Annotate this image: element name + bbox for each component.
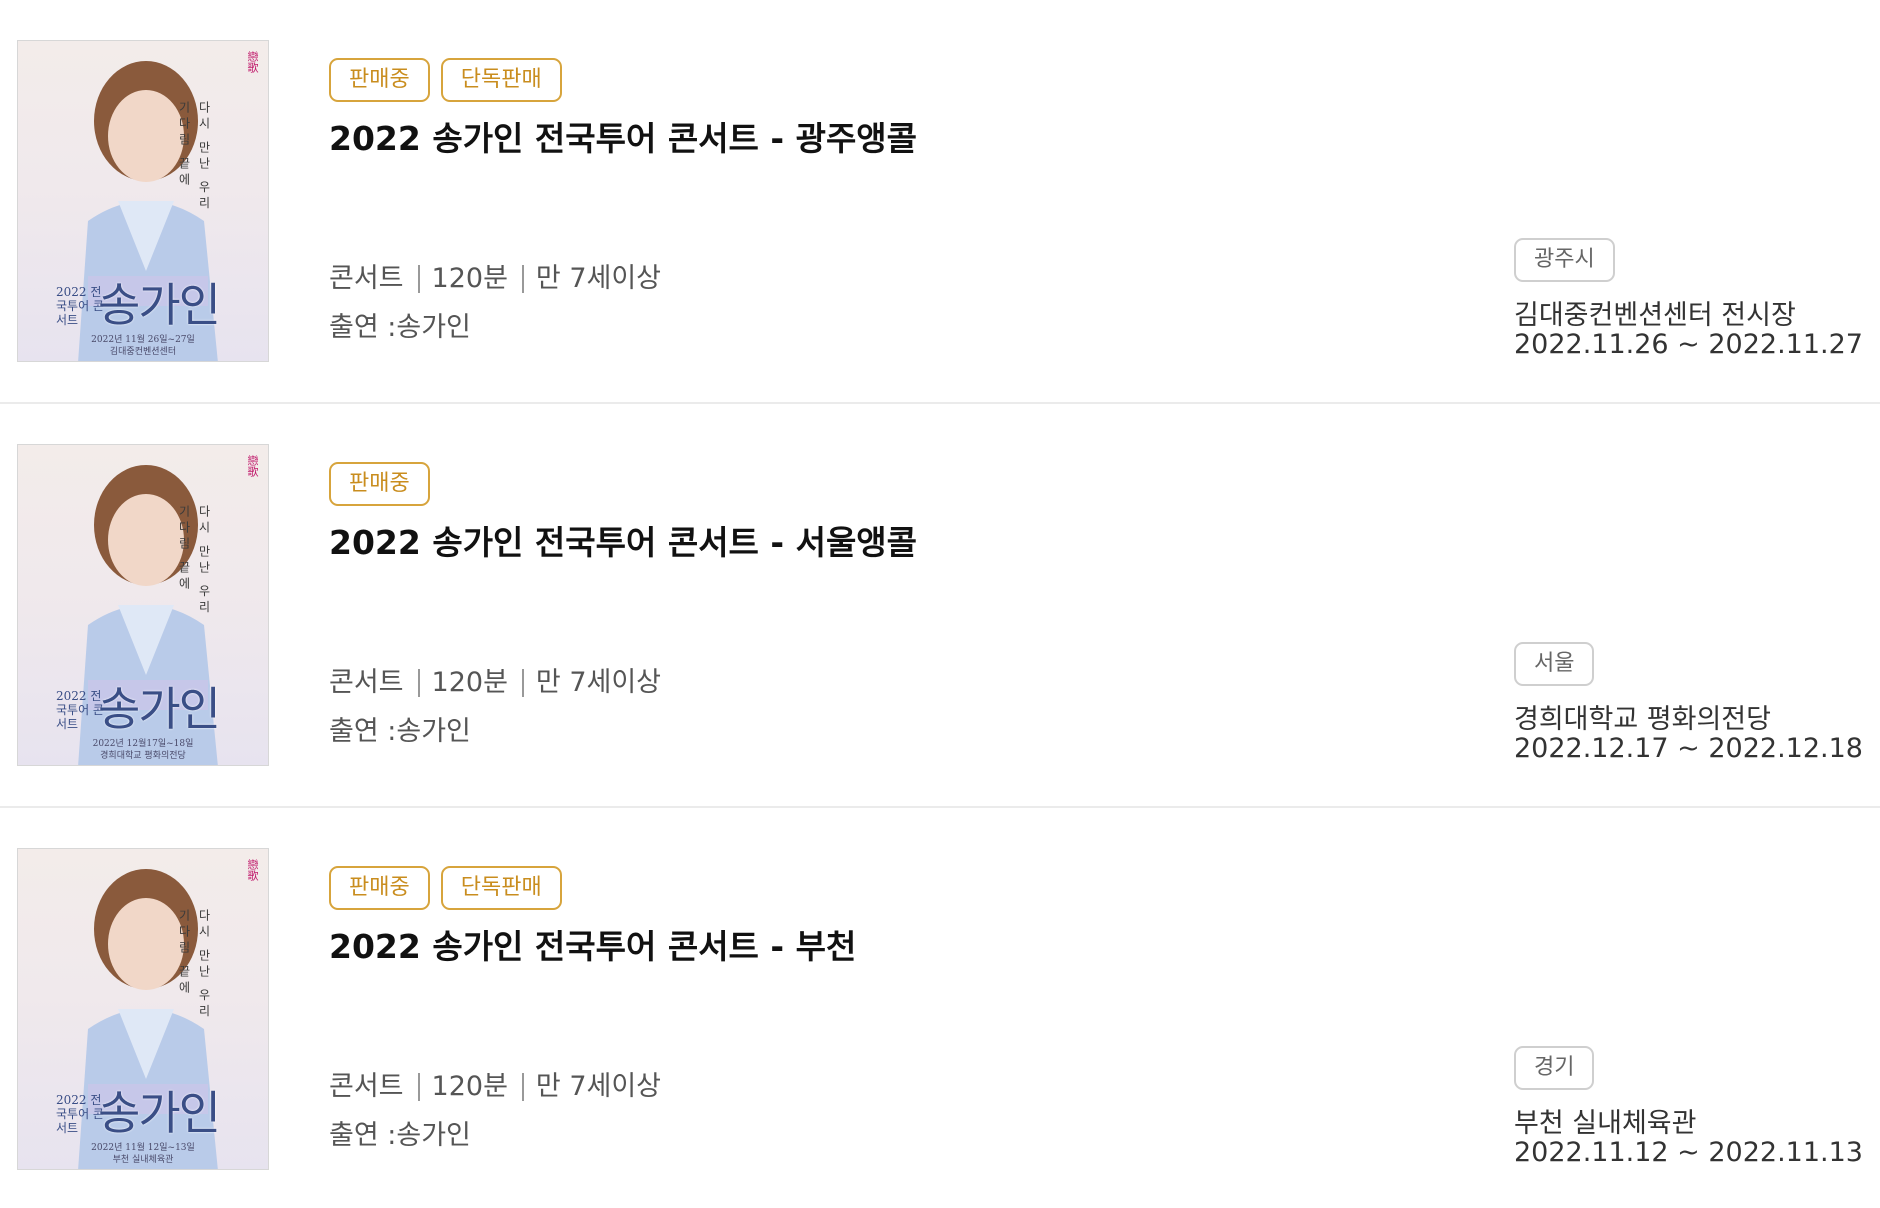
date-range: 2022.11.12 ~ 2022.11.13 bbox=[1514, 1137, 1863, 1168]
list-item[interactable]: 戀歌 다시 만난 우리 기다림 끝에 2022 전국투어 콘서트 송가인 202… bbox=[0, 808, 1880, 1208]
poster-date: 2022년 11월 26일~27일 김대중컨벤션센터 bbox=[91, 335, 195, 357]
badge-group: 판매중 단독판매 bbox=[329, 866, 562, 910]
region-badge: 경기 bbox=[1514, 1046, 1595, 1090]
age-rating: 만 7세이상 bbox=[535, 667, 662, 698]
concert-poster[interactable]: 戀歌 다시 만난 우리 기다림 끝에 2022 전국투어 콘서트 송가인 202… bbox=[17, 40, 269, 362]
status-badge: 판매중 bbox=[329, 462, 430, 506]
status-badge: 판매중 bbox=[329, 866, 430, 910]
status-badge: 판매중 bbox=[329, 58, 430, 102]
genre: 콘서트 bbox=[329, 263, 404, 294]
divider bbox=[521, 668, 524, 697]
genre: 콘서트 bbox=[329, 1071, 404, 1102]
poster-vertical-text: 다시 만난 우리 bbox=[197, 909, 211, 1021]
divider bbox=[417, 1072, 420, 1101]
cast-info: 출연 :송가인 bbox=[329, 312, 471, 343]
poster-vertical-text: 다시 만난 우리 bbox=[197, 101, 211, 213]
poster-vertical-text: 기다림 끝에 bbox=[177, 101, 191, 189]
poster-name: 송가인 bbox=[98, 1086, 221, 1140]
cast-info: 출연 :송가인 bbox=[329, 716, 471, 747]
concert-poster[interactable]: 戀歌 다시 만난 우리 기다림 끝에 2022 전국투어 콘서트 송가인 202… bbox=[17, 444, 269, 766]
poster-name: 송가인 bbox=[98, 682, 221, 736]
exclusive-badge: 단독판매 bbox=[440, 866, 562, 910]
concert-title[interactable]: 2022 송가인 전국투어 콘서트 - 부천 bbox=[329, 920, 856, 968]
badge-group: 판매중 단독판매 bbox=[329, 58, 562, 102]
runtime: 120분 bbox=[431, 263, 508, 294]
concert-title[interactable]: 2022 송가인 전국투어 콘서트 - 광주앵콜 bbox=[329, 112, 917, 160]
exclusive-badge: 단독판매 bbox=[440, 58, 562, 102]
poster-side-text: 戀歌 bbox=[246, 51, 259, 73]
date-range: 2022.11.26 ~ 2022.11.27 bbox=[1514, 329, 1863, 360]
poster-date: 2022년 11월 12일~13일 부천 실내체육관 bbox=[91, 1143, 195, 1165]
poster-side-text: 戀歌 bbox=[246, 455, 259, 477]
poster-side-text: 戀歌 bbox=[246, 859, 259, 881]
age-rating: 만 7세이상 bbox=[535, 263, 662, 294]
badge-group: 판매중 bbox=[329, 462, 430, 506]
cast-info: 출연 :송가인 bbox=[329, 1120, 471, 1151]
poster-vertical-text: 기다림 끝에 bbox=[177, 909, 191, 997]
age-rating: 만 7세이상 bbox=[535, 1071, 662, 1102]
list-item[interactable]: 戀歌 다시 만난 우리 기다림 끝에 2022 전국투어 콘서트 송가인 202… bbox=[0, 404, 1880, 808]
divider bbox=[521, 1072, 524, 1101]
runtime: 120분 bbox=[431, 1071, 508, 1102]
concert-list: 戀歌 다시 만난 우리 기다림 끝에 2022 전국투어 콘서트 송가인 202… bbox=[0, 0, 1880, 1208]
venue-name: 경희대학교 평화의전당 bbox=[1514, 704, 1771, 735]
concert-meta: 콘서트 120분 만 7세이상 bbox=[329, 660, 661, 699]
divider bbox=[417, 668, 420, 697]
concert-title[interactable]: 2022 송가인 전국투어 콘서트 - 서울앵콜 bbox=[329, 516, 917, 564]
poster-vertical-text: 다시 만난 우리 bbox=[197, 505, 211, 617]
venue-name: 부천 실내체육관 bbox=[1514, 1108, 1697, 1139]
concert-meta: 콘서트 120분 만 7세이상 bbox=[329, 256, 661, 295]
date-range: 2022.12.17 ~ 2022.12.18 bbox=[1514, 733, 1863, 764]
divider bbox=[521, 264, 524, 293]
genre: 콘서트 bbox=[329, 667, 404, 698]
poster-vertical-text: 기다림 끝에 bbox=[177, 505, 191, 593]
region-badge: 서울 bbox=[1514, 642, 1595, 686]
divider bbox=[417, 264, 420, 293]
list-item[interactable]: 戀歌 다시 만난 우리 기다림 끝에 2022 전국투어 콘서트 송가인 202… bbox=[0, 0, 1880, 404]
concert-meta: 콘서트 120분 만 7세이상 bbox=[329, 1064, 661, 1103]
poster-date: 2022년 12월17일~18일 경희대학교 평화의전당 bbox=[92, 739, 194, 761]
region-badge: 광주시 bbox=[1514, 238, 1615, 282]
concert-poster[interactable]: 戀歌 다시 만난 우리 기다림 끝에 2022 전국투어 콘서트 송가인 202… bbox=[17, 848, 269, 1170]
poster-name: 송가인 bbox=[98, 278, 221, 332]
runtime: 120분 bbox=[431, 667, 508, 698]
venue-name: 김대중컨벤션센터 전시장 bbox=[1514, 300, 1796, 331]
